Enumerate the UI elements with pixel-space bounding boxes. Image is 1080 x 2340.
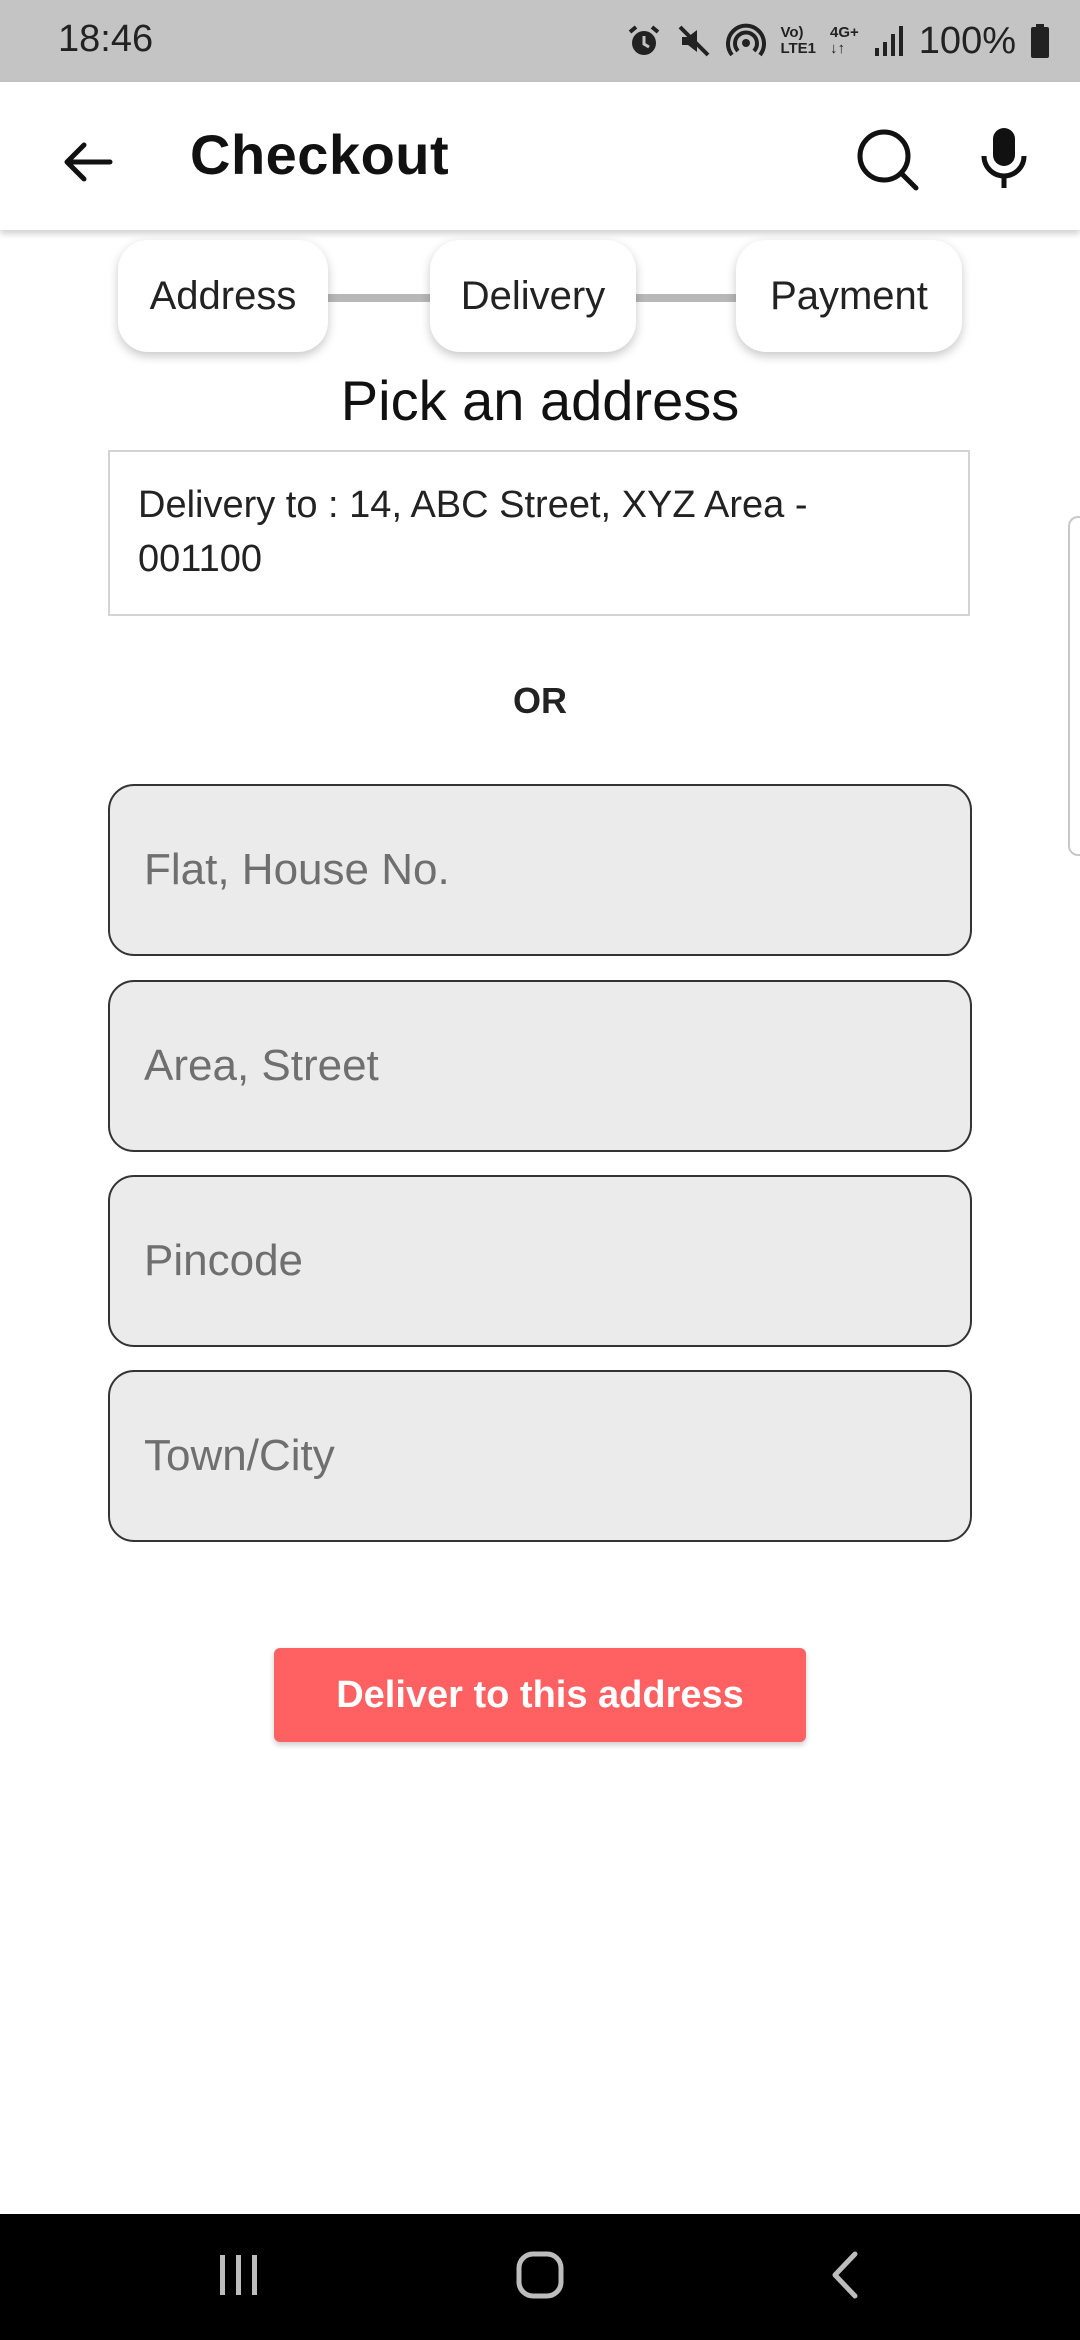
- search-icon: [856, 128, 920, 197]
- mic-icon: [978, 126, 1030, 197]
- flat-house-field[interactable]: [108, 784, 972, 956]
- area-street-field[interactable]: [108, 980, 972, 1152]
- back-button[interactable]: [52, 128, 124, 200]
- back-arrow-icon: [62, 140, 114, 189]
- step-connector: [320, 294, 440, 302]
- home-button[interactable]: [495, 2242, 585, 2312]
- 4g-icon: 4G+ ↓↑: [830, 25, 859, 57]
- town-city-input[interactable]: [142, 1430, 938, 1482]
- step-payment[interactable]: Payment: [736, 240, 962, 352]
- pincode-input[interactable]: [142, 1235, 938, 1287]
- edge-panel-handle[interactable]: [1068, 516, 1080, 856]
- pincode-field[interactable]: [108, 1175, 972, 1347]
- town-city-field[interactable]: [108, 1370, 972, 1542]
- checkout-stepper: Address Delivery Payment: [0, 240, 1080, 356]
- area-street-input[interactable]: [142, 1040, 938, 1092]
- app-bar: Checkout: [0, 82, 1080, 230]
- home-icon: [515, 2250, 565, 2305]
- page-title: Checkout: [190, 123, 450, 186]
- deliver-to-address-button[interactable]: Deliver to this address: [274, 1648, 806, 1742]
- flat-house-input[interactable]: [142, 844, 938, 896]
- status-bar: 18:46 Vo) LTE1 4G+ ↓↑ 100%: [0, 0, 1080, 82]
- mute-icon: [676, 23, 712, 59]
- step-connector: [630, 294, 740, 302]
- lte-label: LTE1: [780, 40, 817, 57]
- or-divider: OR: [513, 680, 567, 721]
- alarm-icon: [626, 23, 662, 59]
- recent-apps-icon: [216, 2253, 262, 2302]
- saved-address-option[interactable]: Delivery to : 14, ABC Street, XYZ Area -…: [108, 450, 970, 616]
- voice-search-button[interactable]: [966, 120, 1042, 202]
- section-title: Pick an address: [340, 369, 740, 432]
- back-icon: [827, 2250, 863, 2305]
- step-delivery[interactable]: Delivery: [430, 240, 636, 352]
- hotspot-icon: [726, 23, 767, 59]
- recent-apps-button[interactable]: [194, 2242, 284, 2312]
- step-address[interactable]: Address: [118, 240, 328, 352]
- battery-icon: [1030, 23, 1050, 59]
- volte-icon: Vo) LTE1: [780, 25, 816, 57]
- 4g-label: 4G+: [830, 24, 859, 41]
- battery-percent: 100%: [918, 19, 1016, 62]
- status-icons: Vo) LTE1 4G+ ↓↑ 100%: [626, 14, 1050, 68]
- data-arrows: ↓↑: [830, 40, 846, 57]
- system-back-button[interactable]: [800, 2242, 890, 2312]
- system-nav-bar: [0, 2214, 1080, 2340]
- volte-label: Vo): [780, 24, 804, 41]
- search-button[interactable]: [850, 124, 926, 200]
- status-time: 18:46: [58, 18, 154, 60]
- signal-icon: [873, 24, 905, 58]
